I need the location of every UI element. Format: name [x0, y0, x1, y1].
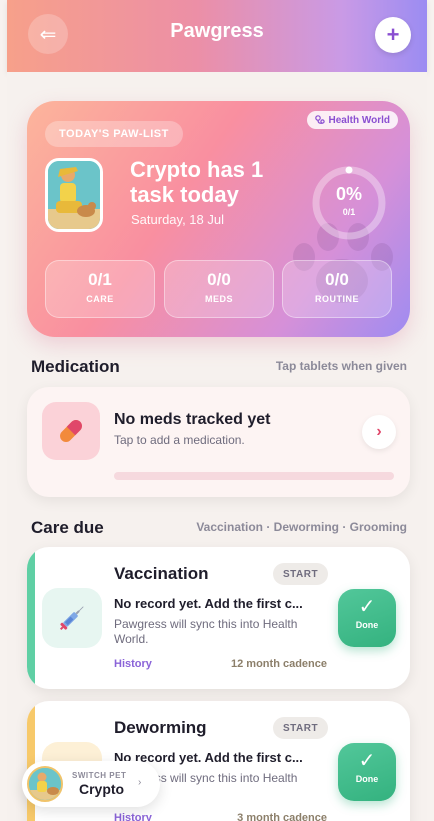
plus-icon: + [386, 22, 400, 47]
care-sync-note: Pawgress will sync this into Health Worl… [114, 617, 298, 646]
stat-care-value: 0/1 [88, 270, 112, 289]
chevron-right-icon[interactable]: › [362, 415, 396, 449]
task-summary-title: Crypto has 1 task today [130, 157, 264, 207]
care-title: Deworming [114, 718, 207, 737]
care-section-hint: Vaccination · Deworming · Grooming [196, 520, 407, 534]
pet-avatar-small [27, 766, 63, 802]
pet-avatar [45, 158, 103, 232]
pill-icon [60, 420, 82, 442]
chevron-right-icon: › [138, 777, 142, 788]
medication-section-hint: Tap tablets when given [275, 359, 407, 373]
care-cadence: 3 month cadence [237, 812, 327, 821]
switch-pet-label: SWITCH PET [72, 771, 127, 780]
care-accent-stripe [27, 547, 35, 689]
medication-section-title: Medication [31, 357, 120, 376]
care-section-title: Care due [31, 518, 104, 537]
check-icon: ✓ [358, 596, 376, 618]
health-world-label: Health World [328, 114, 390, 126]
stat-routine-label: ROUTINE [315, 294, 359, 304]
syringe-icon [59, 606, 84, 631]
medication-empty-title: No meds tracked yet [114, 411, 271, 428]
done-button[interactable]: ✓ Done [338, 589, 396, 647]
medication-empty-subtitle: Tap to add a medication. [114, 433, 245, 447]
done-label: Done [355, 774, 379, 784]
page-title: Pawgress [170, 20, 264, 42]
add-button[interactable]: + [375, 17, 411, 53]
medication-progress-bar [114, 472, 394, 480]
stat-care: 0/1 CARE [45, 260, 155, 318]
switch-pet-name: Crypto [79, 781, 125, 797]
status-badge: START [273, 563, 329, 585]
stat-meds-value: 0/0 [207, 270, 231, 289]
done-button[interactable]: ✓ Done [338, 743, 396, 801]
stat-routine-value: 0/0 [325, 270, 349, 289]
todays-tasks-card: TODAY'S PAW-LIST Health World Crypto has… [27, 101, 410, 337]
stat-care-label: CARE [86, 294, 114, 304]
progress-count: 0/1 [342, 207, 356, 217]
check-icon: ✓ [358, 750, 376, 772]
paw-list-pill: TODAY'S PAW-LIST [45, 121, 183, 147]
pill-icon-box [42, 402, 100, 460]
stat-meds: 0/0 MEDS [164, 260, 274, 318]
app-header: ⇐ Pawgress + [7, 0, 427, 72]
care-title: Vaccination [114, 564, 209, 583]
progress-percent: 0% [335, 184, 362, 204]
medication-card[interactable]: No meds tracked yet Tap to add a medicat… [27, 387, 410, 497]
history-link[interactable]: History [114, 812, 152, 821]
care-card-vaccination[interactable]: Vaccination START No record yet. Add the… [27, 547, 410, 689]
stat-routine: 0/0 ROUTINE [282, 260, 392, 318]
care-icon-box [42, 588, 102, 648]
stat-meds-label: MEDS [204, 294, 233, 304]
status-badge: START [273, 717, 329, 739]
care-record-status: No record yet. Add the first c... [114, 596, 303, 611]
switch-pet-button[interactable]: SWITCH PET Crypto › [22, 761, 160, 807]
care-cadence: 12 month cadence [231, 658, 327, 670]
done-label: Done [355, 620, 379, 630]
current-date: Saturday, 18 Jul [131, 212, 224, 227]
stethoscope-icon [314, 115, 325, 124]
health-world-badge[interactable]: Health World [306, 111, 398, 129]
history-link[interactable]: History [114, 658, 152, 670]
